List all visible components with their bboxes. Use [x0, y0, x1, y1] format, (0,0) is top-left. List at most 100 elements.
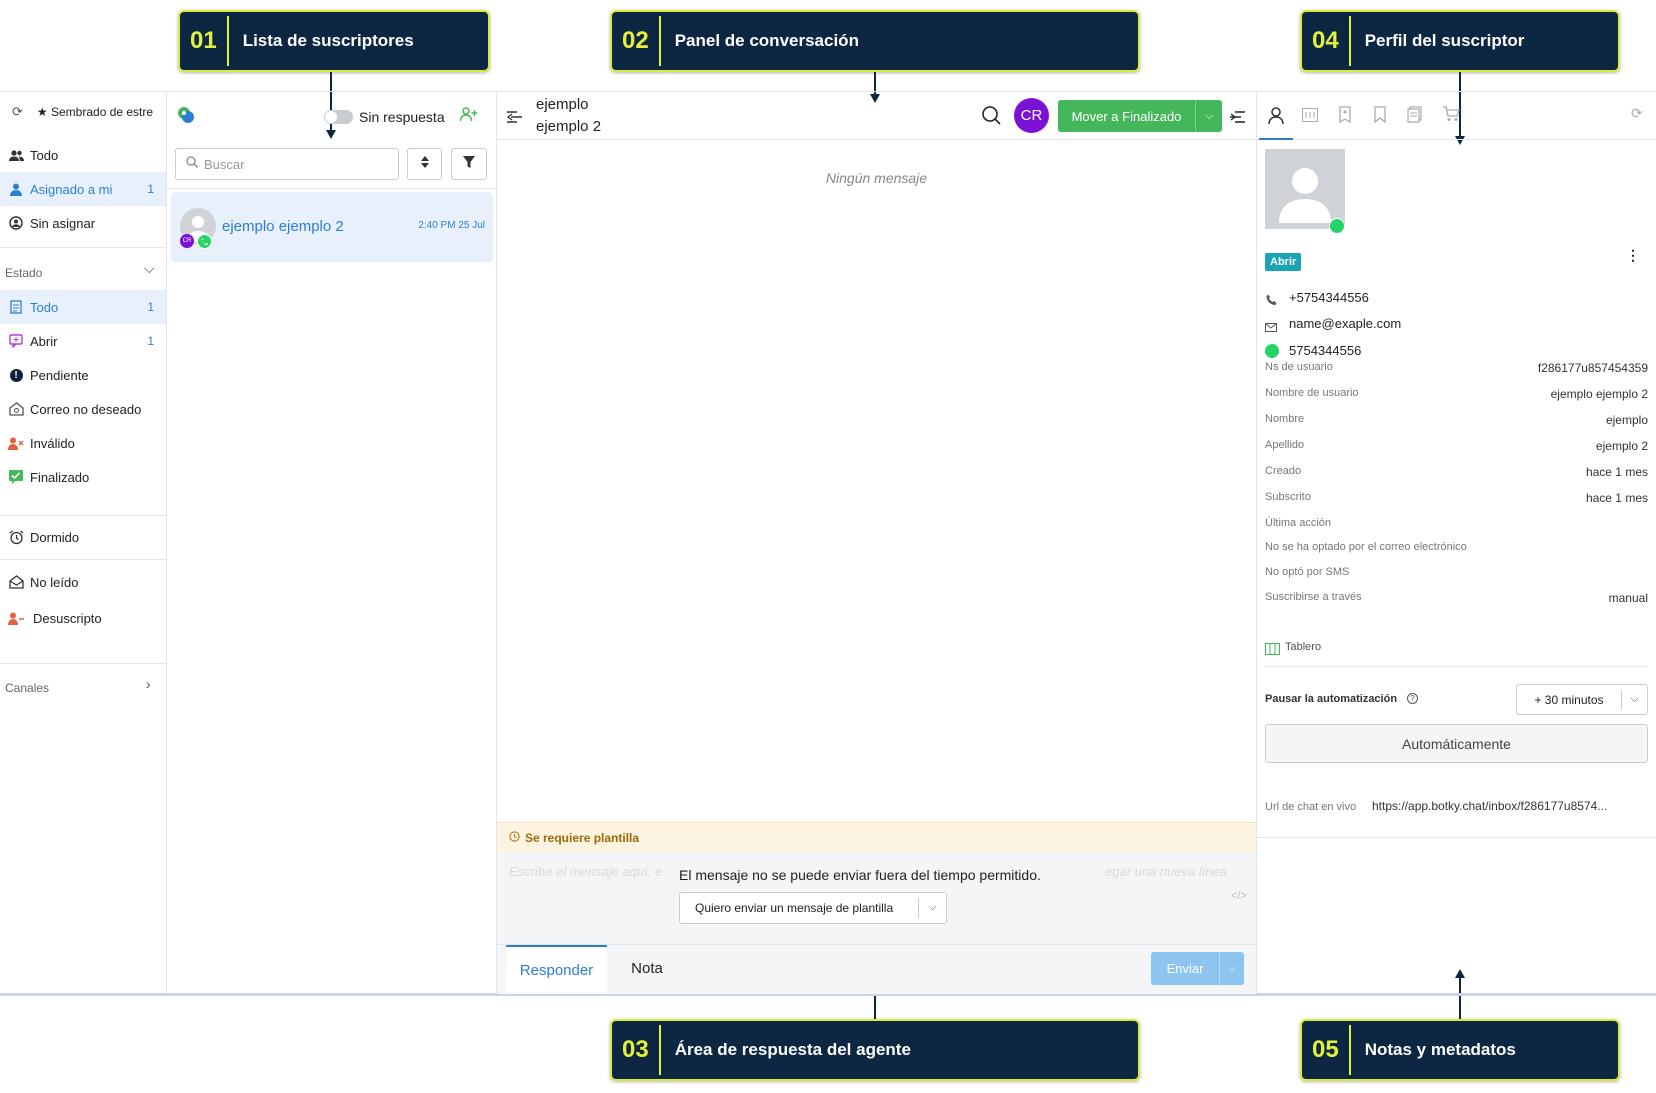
workspace-name[interactable]: ★ Sembrado de estre: [37, 105, 153, 119]
contact-name-line1: ejemplo: [536, 96, 589, 113]
sidebar-item-label: Finalizado: [30, 469, 90, 485]
sort-button[interactable]: [407, 148, 442, 180]
board-link[interactable]: Tablero: [1285, 641, 1321, 653]
callout-number: 02: [612, 16, 661, 66]
profile-phone: +5754344556: [1289, 290, 1369, 305]
sidebar-item-label: Sin asignar: [30, 215, 96, 231]
expand-panel-icon[interactable]: [1230, 110, 1245, 128]
user-circle-icon: [8, 215, 24, 231]
move-to-done-button[interactable]: Mover a Finalizado: [1058, 100, 1195, 132]
tab-note[interactable]: Nota: [607, 945, 687, 991]
search-icon: [186, 155, 198, 173]
reply-composer[interactable]: Escriba el mensaje aquí, e egar una nuev…: [497, 852, 1256, 944]
code-icon[interactable]: </>: [1231, 890, 1247, 902]
tab-reply[interactable]: Responder: [506, 945, 607, 993]
refresh-icon[interactable]: ⟳: [12, 104, 23, 120]
envelope-open-icon: [8, 574, 24, 590]
profile-tab-icon[interactable]: [1259, 92, 1293, 140]
sidebar-item-status-done[interactable]: Finalizado: [0, 460, 166, 494]
agent-avatar[interactable]: CR: [1014, 98, 1049, 133]
field-value: ejemplo: [1605, 413, 1648, 427]
callout-04: 04 Perfil del suscriptor: [1300, 10, 1620, 72]
sidebar-item-snoozed[interactable]: Dormido: [0, 520, 166, 554]
send-dropdown-button[interactable]: ⌵: [1219, 952, 1244, 985]
sidebar-item-status-all[interactable]: Todo 1: [0, 290, 166, 324]
whatsapp-icon: [1329, 218, 1345, 234]
no-reply-toggle[interactable]: [324, 110, 353, 124]
metrics-tab-icon[interactable]: [1302, 108, 1318, 127]
sidebar-item-unsubscribed[interactable]: Desuscripto: [0, 601, 166, 635]
chevron-down-icon: ⌵: [1227, 962, 1237, 974]
list-item[interactable]: CR ejemplo ejemplo 2 2:40 PM 25 Jul: [171, 192, 493, 262]
bookmark-tab-icon[interactable]: [1374, 106, 1386, 128]
agent-badge: CR: [180, 234, 194, 248]
filter-button[interactable]: [451, 148, 487, 180]
automatic-button[interactable]: Automáticamente: [1265, 724, 1648, 763]
profile-divider: [1257, 837, 1656, 838]
profile-email: name@exaple.com: [1289, 316, 1402, 331]
live-chat-url-label: Url de chat en vivo: [1265, 801, 1357, 813]
list-item-name: ejemplo ejemplo 2: [222, 218, 344, 235]
sidebar-item-label: Desuscripto: [33, 610, 102, 626]
notes-tab-icon[interactable]: [1407, 106, 1422, 128]
sidebar-item-assigned[interactable]: Asignado a mi 1: [0, 172, 166, 206]
cart-tab-icon[interactable]: [1443, 106, 1460, 127]
refresh-icon[interactable]: ⟳: [1631, 105, 1643, 122]
tab-note-label: Nota: [631, 959, 663, 977]
pause-duration-select[interactable]: + 30 minutos ⌵: [1516, 684, 1648, 715]
list-divider: [167, 188, 496, 189]
sidebar-item-status-pending[interactable]: ! Pendiente: [0, 358, 166, 392]
chevron-down-icon: ⌵: [918, 898, 946, 918]
document-icon: [8, 299, 24, 315]
check-chat-icon: [8, 469, 24, 485]
list-item-time: 2:40 PM 25 Jul: [418, 220, 485, 231]
pause-automation-label: Pausar la automatización: [1265, 693, 1398, 705]
whatsapp-icon: [197, 234, 212, 249]
callout-03: 03 Área de respuesta del agente: [610, 1019, 1140, 1081]
chevron-right-icon[interactable]: ›: [146, 676, 151, 692]
field-value: f286177u857454359: [1537, 361, 1648, 375]
sidebar-item-status-invalid[interactable]: Inválido: [0, 426, 166, 460]
callout-label: Área de respuesta del agente: [674, 1040, 911, 1059]
field-label: Última acción: [1265, 517, 1332, 529]
sidebar-item-count: 1: [147, 334, 154, 348]
search-input[interactable]: Buscar: [175, 148, 399, 180]
sidebar-item-status-open[interactable]: Abrir 1: [0, 324, 166, 358]
sidebar-item-label: Inválido: [30, 435, 75, 451]
tab-reply-label: Responder: [519, 961, 594, 979]
field-label: No optó por SMS: [1265, 566, 1350, 578]
sidebar-item-count: 1: [147, 300, 154, 314]
template-select[interactable]: Quiero enviar un mensaje de plantilla ⌵: [679, 892, 947, 924]
field-value: ejemplo 2: [1595, 439, 1648, 453]
field-label: Subscrito: [1265, 491, 1311, 503]
sidebar-item-status-spam[interactable]: Correo no deseado: [0, 392, 166, 426]
field-value: hace 1 mes: [1585, 491, 1648, 505]
add-user-icon[interactable]: [459, 107, 478, 127]
field-row: Apellido ejemplo 2: [1265, 439, 1648, 453]
help-icon[interactable]: ?: [1407, 693, 1418, 704]
field-row: Nombre ejemplo: [1265, 413, 1648, 427]
no-reply-label: Sin respuesta: [359, 109, 445, 125]
sidebar: ⟳ ★ Sembrado de estre Todo Asignado a mi…: [0, 92, 167, 993]
chevron-down-icon[interactable]: ⌵: [144, 260, 155, 277]
template-select-value: Quiero enviar un mensaje de plantilla: [695, 901, 894, 915]
send-button[interactable]: Enviar: [1151, 952, 1219, 985]
sidebar-header: ⟳ ★ Sembrado de estre: [0, 92, 166, 132]
move-dropdown-button[interactable]: ⌵: [1195, 100, 1222, 132]
sidebar-item-unread[interactable]: No leído: [0, 565, 166, 599]
search-icon[interactable]: [982, 106, 1001, 130]
canales-label[interactable]: Canales: [5, 681, 49, 695]
sidebar-item-unassigned[interactable]: Sin asignar: [0, 206, 166, 240]
sidebar-item-label: Pendiente: [30, 367, 89, 383]
field-label: Nombre de usuario: [1265, 387, 1359, 399]
conversation-header: ejemplo ejemplo 2 CR Mover a Finalizado …: [497, 92, 1256, 140]
collapse-icon[interactable]: [506, 110, 522, 128]
email-icon: [1265, 319, 1277, 337]
profile-divider: [1265, 666, 1648, 667]
field-row: Subscrito hace 1 mes: [1265, 491, 1648, 505]
more-options-icon[interactable]: ⋮: [1626, 248, 1640, 262]
list-header: Sin respuesta: [167, 92, 496, 138]
sidebar-item-todo[interactable]: Todo: [0, 138, 166, 172]
tag-tab-icon[interactable]: [1338, 106, 1352, 128]
live-chat-url[interactable]: https://app.botky.chat/inbox/f286177u857…: [1372, 799, 1648, 813]
